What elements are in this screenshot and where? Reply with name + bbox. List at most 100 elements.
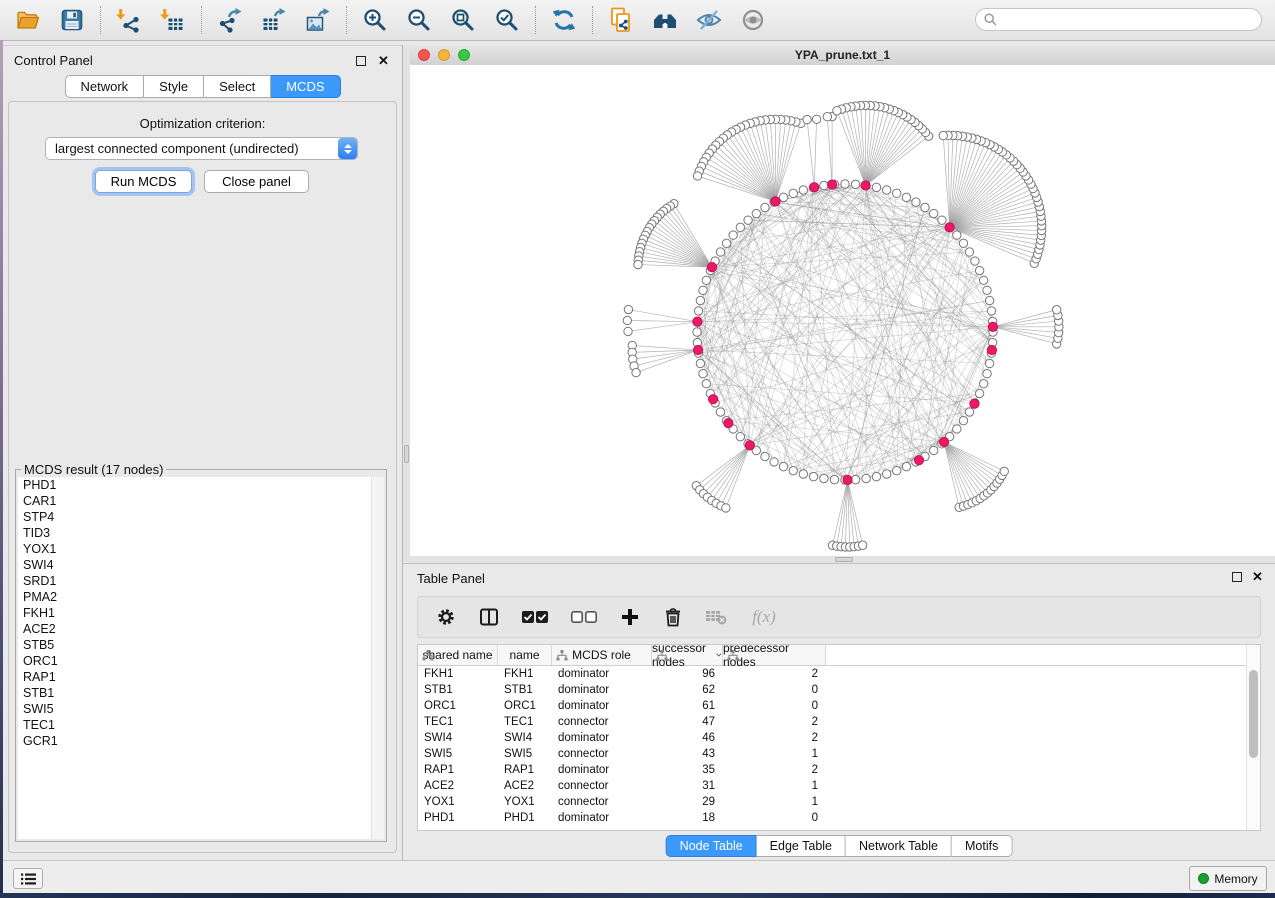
tab-node-table[interactable]: Node Table [666, 835, 757, 857]
mcds-result-item[interactable]: SRD1 [18, 573, 384, 589]
column-header-successor-nodes[interactable]: successor nodes [652, 645, 723, 665]
search-input[interactable] [1002, 12, 1261, 28]
mcds-result-list[interactable]: PHD1CAR1STP4TID3YOX1SWI4SRD1PMA2FKH1ACE2… [18, 477, 384, 839]
mcds-result-item[interactable]: TEC1 [18, 717, 384, 733]
network-canvas[interactable] [410, 65, 1275, 556]
export-table-icon[interactable] [261, 7, 287, 33]
refresh-view-icon[interactable] [551, 7, 577, 33]
zoom-selected-icon[interactable] [494, 7, 520, 33]
table-cell: 61 [652, 700, 723, 712]
tab-network-table[interactable]: Network Table [846, 835, 952, 857]
table-options-gear-icon[interactable] [434, 605, 458, 629]
table-row[interactable]: STB1STB1dominator620 [418, 682, 1260, 698]
table-row[interactable]: FKH1FKH1dominator962 [418, 666, 1260, 682]
deselect-all-rows-icon[interactable] [569, 605, 599, 629]
splitter-handle[interactable] [835, 557, 853, 562]
mcds-result-item[interactable]: SWI4 [18, 557, 384, 573]
mcds-result-item[interactable]: TID3 [18, 525, 384, 541]
table-row[interactable]: PHD1PHD1dominator180 [418, 810, 1260, 826]
close-panel-button[interactable]: Close panel [204, 170, 309, 193]
table-row[interactable]: TEC1TEC1connector472 [418, 714, 1260, 730]
open-session-icon[interactable] [15, 7, 41, 33]
column-header-shared-name[interactable]: shared name [418, 645, 498, 665]
optimization-criterion-select[interactable]: largest connected component (undirected) [45, 137, 358, 160]
mcds-result-item[interactable]: ORC1 [18, 653, 384, 669]
function-builder-icon[interactable]: f(x) [747, 605, 781, 629]
mcds-result-item[interactable]: GCR1 [18, 733, 384, 749]
new-network-from-selection-icon[interactable] [608, 7, 634, 33]
table-cell: dominator [552, 764, 652, 776]
table-scrollbar[interactable] [1246, 645, 1260, 830]
create-column-icon[interactable] [618, 605, 642, 629]
mcds-result-item[interactable]: SWI5 [18, 701, 384, 717]
mcds-result-item[interactable]: RAP1 [18, 669, 384, 685]
tab-network[interactable]: Network [64, 75, 144, 98]
table-row[interactable]: SWI5SWI5connector431 [418, 746, 1260, 762]
table-cell: connector [552, 796, 652, 808]
table-scrollbar-thumb[interactable] [1249, 670, 1258, 758]
close-panel-icon[interactable]: ✕ [1252, 571, 1263, 582]
select-all-rows-icon[interactable] [520, 605, 550, 629]
mcds-result-item[interactable]: CAR1 [18, 493, 384, 509]
column-header-name[interactable]: name [498, 645, 552, 665]
table-cell: dominator [552, 684, 652, 696]
tab-motifs[interactable]: Motifs [952, 835, 1012, 857]
close-panel-icon[interactable]: ✕ [378, 55, 389, 66]
table-cell: dominator [552, 668, 652, 680]
toggle-columns-icon[interactable] [477, 605, 501, 629]
import-table-icon[interactable] [160, 7, 186, 33]
export-image-icon[interactable] [305, 7, 331, 33]
table-cell: 2 [723, 716, 826, 728]
table-cell: connector [552, 716, 652, 728]
zoom-fit-icon[interactable] [450, 7, 476, 33]
horizontal-splitter[interactable] [403, 556, 1275, 563]
zoom-in-icon[interactable] [362, 7, 388, 33]
table-cell: STB1 [418, 684, 498, 696]
mcds-result-item[interactable]: STP4 [18, 509, 384, 525]
mcds-result-item[interactable]: STB5 [18, 637, 384, 653]
table-cell: 0 [723, 812, 826, 824]
table-cell: 1 [723, 780, 826, 792]
table-cell: PHD1 [418, 812, 498, 824]
show-all-icon[interactable] [740, 7, 766, 33]
memory-button[interactable]: Memory [1189, 866, 1267, 891]
run-mcds-button[interactable]: Run MCDS [95, 170, 192, 193]
table-row[interactable]: ACE2ACE2connector311 [418, 778, 1260, 794]
mcds-list-scrollbar[interactable] [371, 477, 384, 839]
table-cell: dominator [552, 812, 652, 824]
column-header-predecessor-nodes[interactable]: predecessor nodes [723, 645, 826, 665]
float-panel-icon[interactable] [1231, 571, 1242, 582]
vertical-splitter[interactable] [403, 45, 410, 556]
table-row[interactable]: SWI4SWI4dominator462 [418, 730, 1260, 746]
delete-table-icon[interactable] [704, 605, 728, 629]
table-row[interactable]: RAP1RAP1dominator352 [418, 762, 1260, 778]
import-network-icon[interactable] [116, 7, 142, 33]
first-neighbors-icon[interactable] [652, 7, 678, 33]
task-history-button[interactable] [13, 868, 43, 889]
cytoscape-window: Control Panel ✕ Network Style Select MCD… [0, 0, 1275, 898]
mcds-result-item[interactable]: PHD1 [18, 477, 384, 493]
hide-selected-icon[interactable] [696, 7, 722, 33]
mcds-result-item[interactable]: YOX1 [18, 541, 384, 557]
save-session-icon[interactable] [59, 7, 85, 33]
table-row[interactable]: YOX1YOX1connector291 [418, 794, 1260, 810]
float-panel-icon[interactable] [355, 55, 366, 66]
mcds-result-item[interactable]: ACE2 [18, 621, 384, 637]
tab-style[interactable]: Style [144, 75, 204, 98]
zoom-out-icon[interactable] [406, 7, 432, 33]
splitter-handle[interactable] [404, 445, 409, 463]
tab-mcds[interactable]: MCDS [271, 75, 340, 98]
tab-edge-table[interactable]: Edge Table [757, 835, 846, 857]
mcds-result-item[interactable]: FKH1 [18, 605, 384, 621]
table-row[interactable]: ORC1ORC1dominator610 [418, 698, 1260, 714]
column-header-mcds-role[interactable]: MCDS role [552, 645, 652, 665]
optimization-criterion-label: Optimization criterion: [9, 116, 396, 131]
export-network-icon[interactable] [217, 7, 243, 33]
mcds-result-item[interactable]: STB1 [18, 685, 384, 701]
delete-columns-icon[interactable] [661, 605, 685, 629]
table-cell: 0 [723, 684, 826, 696]
mcds-result-item[interactable]: PMA2 [18, 589, 384, 605]
table-toolbar: f(x) [417, 596, 1261, 638]
table-cell: STB1 [498, 684, 552, 696]
tab-select[interactable]: Select [204, 75, 271, 98]
